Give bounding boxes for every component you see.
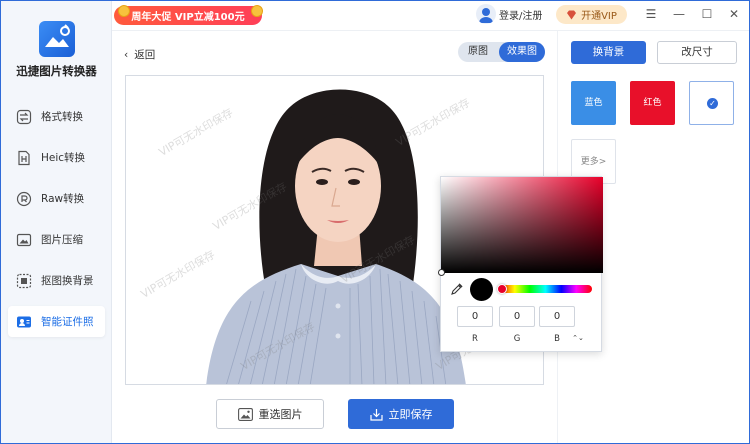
id-photo-icon	[17, 316, 31, 327]
coin-icon	[118, 5, 130, 17]
green-label: G	[513, 334, 521, 344]
red-label: R	[472, 334, 478, 344]
sidebar-item-cutout[interactable]: 抠图换背景	[8, 265, 105, 296]
sidebar-item-id-photo[interactable]: 智能证件照	[8, 306, 105, 337]
tab-resize[interactable]: 改尺寸	[657, 41, 737, 64]
sidebar-item-label: Raw转换	[41, 193, 85, 205]
diamond-icon	[567, 10, 577, 19]
cutout-icon	[16, 273, 32, 288]
save-button[interactable]: 立即保存	[348, 399, 454, 429]
user-avatar-icon[interactable]	[476, 4, 496, 24]
sidebar-item-label: 图片压缩	[41, 234, 83, 246]
download-icon	[369, 408, 383, 421]
promo-banner[interactable]: 周年大促 VIP立减100元	[114, 6, 262, 25]
vip-button-label: 开通VIP	[581, 11, 617, 22]
red-input[interactable]: 0	[457, 306, 493, 327]
sidebar: 迅捷图片转换器 格式转换 Heic转换 Raw转换 图片压缩 抠图换背景 智能证…	[1, 1, 112, 443]
sidebar-item-format-convert[interactable]: 格式转换	[8, 101, 105, 132]
tab-change-background[interactable]: 换背景	[571, 41, 646, 64]
reselect-label: 重选图片	[258, 408, 303, 421]
sidebar-item-label: 智能证件照	[41, 316, 94, 328]
minimize-icon[interactable]: —	[669, 3, 689, 25]
back-button[interactable]: ‹ 返回	[124, 47, 155, 62]
hue-slider[interactable]	[499, 285, 592, 293]
back-label: 返回	[134, 49, 156, 61]
compress-icon	[16, 233, 32, 246]
format-convert-icon	[16, 109, 32, 124]
close-icon[interactable]: ✕	[724, 3, 744, 25]
image-icon	[237, 407, 253, 421]
reselect-image-button[interactable]: 重选图片	[216, 399, 324, 429]
mode-toggle-icon[interactable]: ⌃⌄	[563, 334, 593, 342]
toggle-effect[interactable]: 效果图	[499, 42, 545, 62]
saturation-value-area[interactable]	[441, 177, 603, 273]
sidebar-item-label: Heic转换	[41, 152, 86, 164]
check-icon: ✓	[707, 98, 718, 109]
app-title: 迅捷图片转换器	[16, 64, 97, 78]
color-preview	[470, 278, 493, 301]
maximize-icon[interactable]: ☐	[697, 3, 717, 25]
coin-icon	[251, 5, 263, 17]
login-link[interactable]: 登录/注册	[499, 7, 542, 22]
color-cursor[interactable]	[438, 269, 445, 276]
swatch-blue[interactable]: 蓝色	[571, 81, 616, 125]
sidebar-item-heic[interactable]: Heic转换	[8, 142, 105, 173]
heic-icon	[18, 150, 30, 165]
chevron-left-icon: ‹	[124, 49, 129, 61]
sidebar-item-label: 抠图换背景	[41, 275, 94, 287]
save-label: 立即保存	[388, 408, 433, 421]
color-picker-popup: 0 0 0 R G B ⌃⌄	[438, 176, 603, 352]
blue-input[interactable]: 0	[539, 306, 575, 327]
view-toggle: 原图 效果图	[458, 42, 545, 62]
swatch-red[interactable]: 红色	[630, 81, 675, 125]
raw-icon	[16, 191, 32, 206]
eyedropper-icon[interactable]	[451, 283, 463, 295]
green-input[interactable]: 0	[499, 306, 535, 327]
promo-text: 周年大促 VIP立减100元	[131, 12, 245, 23]
swatch-custom[interactable]: ✓	[689, 81, 734, 125]
toggle-original[interactable]: 原图	[458, 42, 498, 62]
sidebar-item-raw[interactable]: Raw转换	[8, 183, 105, 214]
menu-icon[interactable]: ☰	[641, 3, 661, 25]
sidebar-nav: 格式转换 Heic转换 Raw转换 图片压缩 抠图换背景 智能证件照	[1, 101, 112, 347]
header-divider	[112, 30, 749, 31]
sidebar-item-compress[interactable]: 图片压缩	[8, 224, 105, 255]
hue-slider-knob[interactable]	[497, 284, 507, 294]
app-logo	[39, 21, 75, 57]
sidebar-item-label: 格式转换	[41, 111, 83, 123]
vip-button[interactable]: 开通VIP	[556, 5, 627, 24]
